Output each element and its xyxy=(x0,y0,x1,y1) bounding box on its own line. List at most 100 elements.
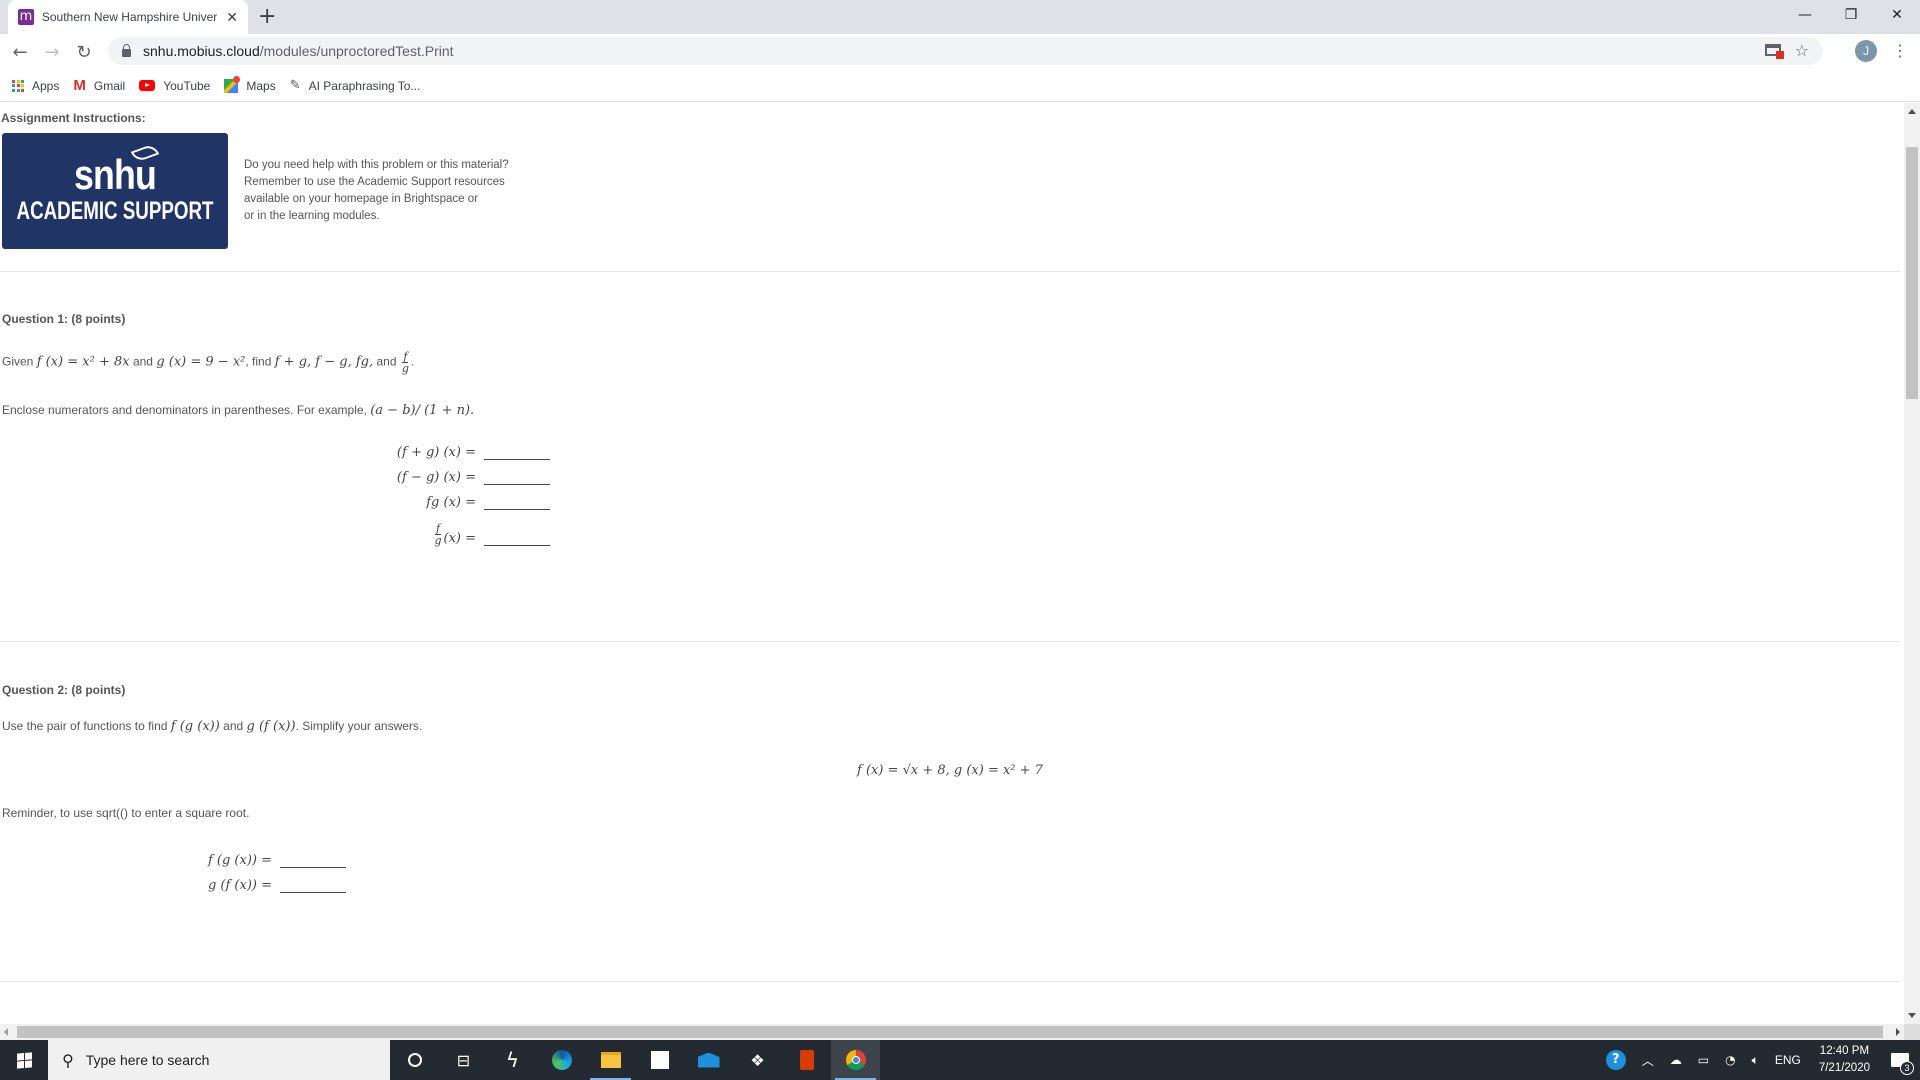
answer-label: (f + g) (x) = xyxy=(396,445,476,460)
academic-support-banner[interactable]: snhu ACADEMIC SUPPORT xyxy=(2,133,228,249)
bookmarks-bar: Apps M Gmail YouTube Maps ✎ AI Paraphras… xyxy=(0,70,1920,102)
answer-blank[interactable] xyxy=(280,881,346,893)
url-path: /modules/unproctoredTest.Print xyxy=(259,43,454,59)
horizontal-scroll-thumb[interactable] xyxy=(17,1026,1883,1038)
window-controls: — ❐ ✕ xyxy=(1782,0,1920,30)
show-hidden-icons-chevron-icon[interactable]: ︿ xyxy=(1634,1052,1662,1069)
sqrt-reminder: Reminder, to use sqrt(() to enter a squa… xyxy=(2,806,250,820)
minimize-button[interactable]: — xyxy=(1782,0,1828,30)
language-indicator[interactable]: ENG xyxy=(1767,1053,1809,1067)
address-bar[interactable]: snhu.mobius.cloud/modules/unproctoredTes… xyxy=(108,37,1823,65)
quill-icon: ✎ xyxy=(289,78,301,93)
action-center-button[interactable]: 3 xyxy=(1880,1040,1920,1080)
help-icon[interactable]: ? xyxy=(1598,1050,1634,1070)
url-text[interactable]: snhu.mobius.cloud/modules/unproctoredTes… xyxy=(143,43,454,59)
prompt-text: Enclose numerators and denominators in p… xyxy=(2,403,367,417)
bookmark-apps[interactable]: Apps xyxy=(12,79,59,93)
chrome-menu-icon[interactable]: ⋮ xyxy=(1892,40,1908,62)
bookmark-label: AI Paraphrasing To... xyxy=(308,78,421,93)
bookmark-gmail[interactable]: M Gmail xyxy=(73,77,125,94)
question-1-prompt: Given f (x) = x² + 8x and g (x) = 9 − x²… xyxy=(2,350,415,375)
bookmark-youtube[interactable]: YouTube xyxy=(139,79,210,93)
dropbox-icon[interactable]: ❖ xyxy=(733,1040,782,1080)
scrollbar-corner xyxy=(1904,1024,1920,1040)
divider xyxy=(0,641,1900,642)
scroll-up-arrow-icon[interactable] xyxy=(1908,109,1916,114)
search-icon: ⚲ xyxy=(62,1050,74,1070)
bookmark-label: Gmail xyxy=(93,78,126,93)
divider xyxy=(0,981,1900,982)
task-view-icon[interactable]: ⊟ xyxy=(439,1040,488,1080)
onedrive-icon[interactable]: ☁ xyxy=(1662,1053,1690,1067)
edge-icon[interactable] xyxy=(537,1040,586,1080)
f-over-g-fraction: fg xyxy=(402,351,409,374)
reload-button[interactable]: ↻ xyxy=(68,36,100,68)
help-text: Do you need help with this problem or th… xyxy=(244,157,509,225)
tab-title: Southern New Hampshire Univer xyxy=(41,10,218,24)
scroll-left-arrow-icon[interactable] xyxy=(4,1028,8,1036)
vertical-scrollbar[interactable] xyxy=(1904,103,1920,1024)
answer-label: (f − g) (x) = xyxy=(396,470,476,485)
bookmark-star-icon[interactable]: ☆ xyxy=(1795,41,1809,60)
answer-label: f (g (x)) = xyxy=(207,853,272,868)
answer-blank[interactable] xyxy=(484,534,550,546)
chrome-icon[interactable] xyxy=(831,1040,880,1080)
cortana-icon[interactable] xyxy=(390,1040,439,1080)
search-placeholder: Type here to search xyxy=(85,1052,210,1068)
scroll-right-arrow-icon[interactable] xyxy=(1896,1028,1900,1036)
f-of-g-expression: f (g (x)) xyxy=(170,719,220,734)
prompt-text: Use the pair of functions to find xyxy=(2,719,168,733)
app-bolt-icon[interactable]: ϟ xyxy=(488,1040,537,1080)
horizontal-scrollbar[interactable] xyxy=(0,1024,1904,1040)
function-definitions: f (x) = √x + 8, g (x) = x² + 7 xyxy=(857,763,1043,778)
volume-icon[interactable]: 🔈︎ xyxy=(1744,1053,1767,1068)
find-list: f + g, f − g, fg, xyxy=(274,354,374,370)
profile-avatar[interactable]: J xyxy=(1855,40,1877,62)
vertical-scroll-thumb[interactable] xyxy=(1906,147,1918,399)
browser-tab[interactable]: m Southern New Hampshire Univer ✕ xyxy=(8,0,248,34)
scroll-down-arrow-icon[interactable] xyxy=(1908,1013,1916,1018)
answer-blank[interactable] xyxy=(484,448,550,460)
store-icon[interactable] xyxy=(635,1040,684,1080)
wifi-icon[interactable]: ◔ xyxy=(1717,1053,1743,1067)
answer-blank[interactable] xyxy=(484,498,550,510)
tab-close-icon[interactable]: ✕ xyxy=(226,9,238,26)
enclose-instructions: Enclose numerators and denominators in p… xyxy=(2,403,474,418)
answer-label: (x) = xyxy=(443,531,477,546)
restore-button[interactable]: ❐ xyxy=(1828,0,1874,30)
help-line: or in the learning modules. xyxy=(244,210,380,222)
clock-date: 7/21/2020 xyxy=(1818,1062,1870,1074)
bookmark-label: YouTube xyxy=(163,78,211,93)
windows-logo-icon xyxy=(16,1051,32,1069)
start-button[interactable] xyxy=(0,1040,48,1080)
answer-blank[interactable] xyxy=(484,473,550,485)
g-of-f-expression: g (f (x)) xyxy=(246,719,296,734)
clock[interactable]: 12:40 PM 7/21/2020 xyxy=(1809,1043,1880,1077)
answer-f-plus-g: (f + g) (x) = xyxy=(380,445,550,460)
mail-icon[interactable] xyxy=(684,1040,733,1080)
answer-blank[interactable] xyxy=(280,856,346,868)
question-2-prompt: Use the pair of functions to find f (g (… xyxy=(2,719,422,734)
prompt-text: , find xyxy=(245,354,272,369)
popup-blocked-icon[interactable] xyxy=(1764,44,1784,59)
f-definition: f (x) = x² + 8x xyxy=(36,354,130,370)
bookmark-maps[interactable]: Maps xyxy=(224,75,276,93)
taskbar-search[interactable]: ⚲ Type here to search xyxy=(48,1040,390,1080)
banner-subtitle: ACADEMIC SUPPORT xyxy=(16,197,214,225)
prompt-text: . Simplify your answers. xyxy=(295,719,423,733)
back-button[interactable]: ← xyxy=(4,36,36,68)
prompt-text: Given xyxy=(2,354,34,369)
url-host: snhu.mobius.cloud xyxy=(143,43,260,59)
bookmark-ai-paraphrasing[interactable]: ✎ AI Paraphrasing To... xyxy=(290,78,421,93)
office-icon[interactable] xyxy=(782,1040,831,1080)
file-explorer-icon[interactable] xyxy=(586,1040,635,1080)
help-line: Remember to use the Academic Support res… xyxy=(244,176,505,188)
close-window-button[interactable]: ✕ xyxy=(1874,0,1920,30)
answer-label: fg (x) = xyxy=(426,495,476,510)
help-line: available on your homepage in Brightspac… xyxy=(244,193,478,205)
lock-icon[interactable] xyxy=(122,43,131,57)
forward-button[interactable]: → xyxy=(36,36,68,68)
new-tab-button[interactable]: + xyxy=(258,4,276,29)
answer-g-of-f: g (f (x)) = xyxy=(190,878,346,893)
battery-icon[interactable]: ▭ xyxy=(1690,1053,1717,1067)
